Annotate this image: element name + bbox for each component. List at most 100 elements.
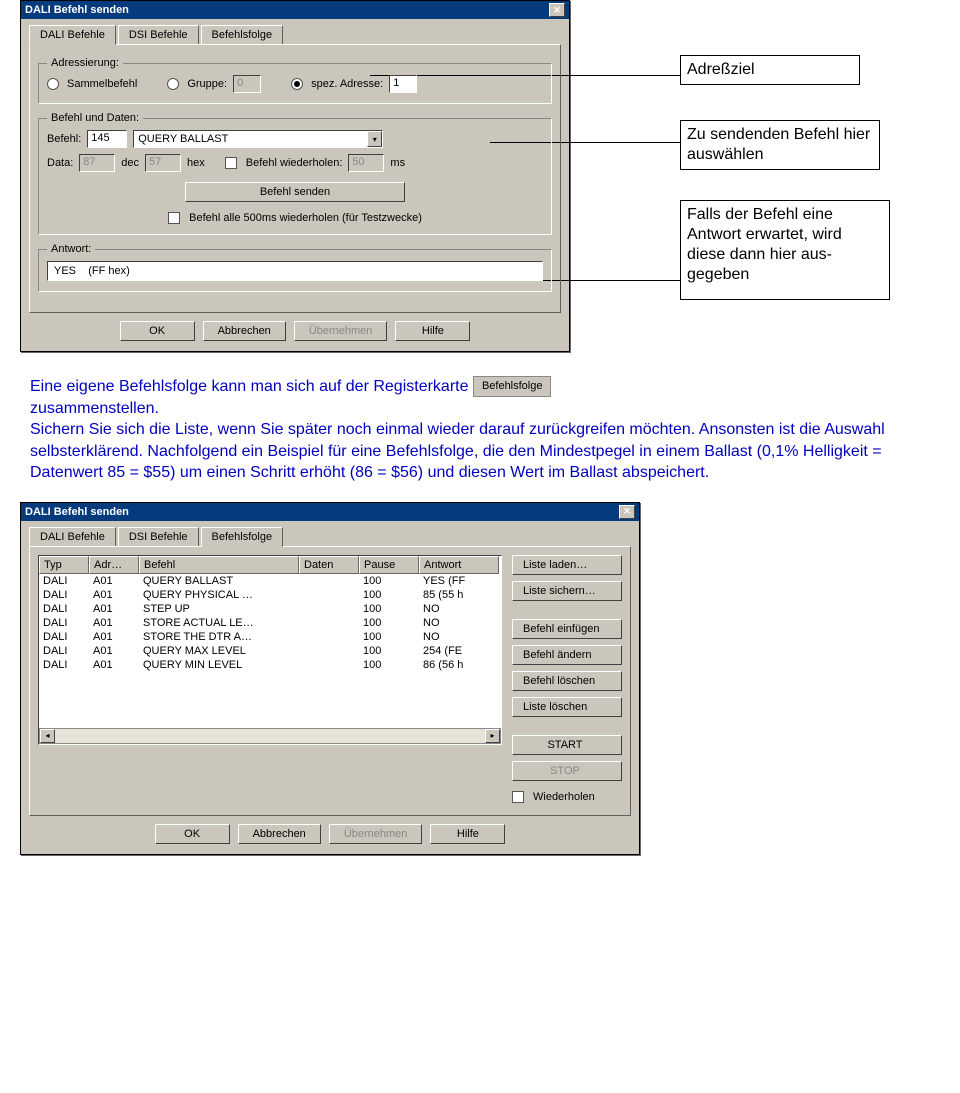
- checkbox-alle-500ms[interactable]: [168, 212, 180, 224]
- table-cell: 100: [359, 630, 419, 644]
- table-row[interactable]: DALIA01STORE THE DTR A…100NO: [39, 630, 501, 644]
- table-cell: A01: [89, 644, 139, 658]
- radio-gruppe[interactable]: [167, 78, 179, 90]
- col-typ[interactable]: Typ: [39, 556, 89, 574]
- input-data-hex[interactable]: 57: [145, 154, 181, 172]
- input-befehl-nr[interactable]: 145: [87, 130, 127, 148]
- tabstrip: DALI Befehle DSI Befehle Befehlsfolge: [29, 25, 561, 45]
- table-cell: [299, 588, 359, 602]
- label-spez-adresse: spez. Adresse:: [311, 78, 383, 90]
- table-cell: DALI: [39, 616, 89, 630]
- table-cell: 254 (FE: [419, 644, 499, 658]
- button-stop[interactable]: STOP: [512, 761, 622, 781]
- label-sammelbefehl: Sammelbefehl: [67, 78, 137, 90]
- table-cell: 85 (55 h: [419, 588, 499, 602]
- ok-button[interactable]: OK: [120, 321, 195, 341]
- input-data-dec[interactable]: 87: [79, 154, 115, 172]
- label-hex: hex: [187, 157, 205, 169]
- chevron-down-icon[interactable]: ▾: [367, 131, 382, 147]
- tab-dali-befehle[interactable]: DALI Befehle: [29, 25, 116, 45]
- table-row[interactable]: DALIA01STEP UP100NO: [39, 602, 501, 616]
- table-cell: DALI: [39, 588, 89, 602]
- apply-button[interactable]: Übernehmen: [329, 824, 423, 844]
- select-befehl-name[interactable]: QUERY BALLAST ▾: [133, 130, 383, 148]
- arrow-left-icon[interactable]: ◂: [40, 729, 55, 743]
- button-liste-sichern[interactable]: Liste sichern…: [512, 581, 622, 601]
- arrow-right-icon[interactable]: ▸: [485, 729, 500, 743]
- tabstrip: DALI Befehle DSI Befehle Befehlsfolge: [29, 527, 631, 547]
- radio-spez-adresse[interactable]: [291, 78, 303, 90]
- table-cell: A01: [89, 658, 139, 672]
- cancel-button[interactable]: Abbrechen: [203, 321, 286, 341]
- button-liste-laden[interactable]: Liste laden…: [512, 555, 622, 575]
- table-row[interactable]: DALIA01QUERY BALLAST100YES (FF: [39, 574, 501, 588]
- table-row[interactable]: DALIA01STORE ACTUAL LE…100NO: [39, 616, 501, 630]
- tab-befehlsfolge[interactable]: Befehlsfolge: [201, 25, 284, 45]
- table-cell: A01: [89, 630, 139, 644]
- table-cell: 100: [359, 588, 419, 602]
- label-dec: dec: [121, 157, 139, 169]
- legend-befehl-daten: Befehl und Daten:: [47, 112, 143, 124]
- table-cell: STORE ACTUAL LE…: [139, 616, 299, 630]
- checkbox-wiederholen[interactable]: [512, 791, 524, 803]
- titlebar: DALI Befehl senden ✕: [21, 1, 569, 19]
- table-cell: STORE THE DTR A…: [139, 630, 299, 644]
- tab-pane: Adressierung: Sammelbefehl Gruppe: 0 spe…: [29, 44, 561, 313]
- table-cell: 100: [359, 602, 419, 616]
- input-spez-adresse[interactable]: 1: [389, 75, 417, 93]
- help-button[interactable]: Hilfe: [430, 824, 505, 844]
- table-cell: STEP UP: [139, 602, 299, 616]
- ok-button[interactable]: OK: [155, 824, 230, 844]
- fieldset-adressierung: Adressierung: Sammelbefehl Gruppe: 0 spe…: [38, 57, 552, 104]
- table-cell: A01: [89, 588, 139, 602]
- tab-befehlsfolge[interactable]: Befehlsfolge: [201, 527, 284, 547]
- list-header: Typ Adr… Befehl Daten Pause Antwort: [39, 556, 501, 574]
- label-wiederholen: Wiederholen: [533, 791, 595, 803]
- label-befehl: Befehl:: [47, 133, 81, 145]
- radio-sammelbefehl[interactable]: [47, 78, 59, 90]
- button-befehl-senden[interactable]: Befehl senden: [185, 182, 405, 202]
- command-list[interactable]: Typ Adr… Befehl Daten Pause Antwort DALI…: [38, 555, 502, 745]
- annotation-addr: Adreßziel: [680, 55, 860, 85]
- close-icon[interactable]: ✕: [549, 3, 565, 17]
- table-cell: DALI: [39, 602, 89, 616]
- button-liste-loeschen[interactable]: Liste löschen: [512, 697, 622, 717]
- table-cell: QUERY MIN LEVEL: [139, 658, 299, 672]
- label-gruppe: Gruppe:: [187, 78, 227, 90]
- col-adr[interactable]: Adr…: [89, 556, 139, 574]
- col-antwort[interactable]: Antwort: [419, 556, 499, 574]
- table-cell: [299, 658, 359, 672]
- fieldset-befehl-daten: Befehl und Daten: Befehl: 145 QUERY BALL…: [38, 112, 552, 235]
- table-cell: 100: [359, 658, 419, 672]
- table-cell: A01: [89, 574, 139, 588]
- cancel-button[interactable]: Abbrechen: [238, 824, 321, 844]
- col-befehl[interactable]: Befehl: [139, 556, 299, 574]
- close-icon[interactable]: ✕: [619, 505, 635, 519]
- input-wiederholen-ms[interactable]: 50: [348, 154, 384, 172]
- apply-button[interactable]: Übernehmen: [294, 321, 388, 341]
- table-row[interactable]: DALIA01QUERY MIN LEVEL10086 (56 h: [39, 658, 501, 672]
- input-gruppe[interactable]: 0: [233, 75, 261, 93]
- col-daten[interactable]: Daten: [299, 556, 359, 574]
- annotation-answer: Falls der Befehl eine Antwort erwartet, …: [680, 200, 890, 300]
- table-cell: DALI: [39, 574, 89, 588]
- button-befehl-loeschen[interactable]: Befehl löschen: [512, 671, 622, 691]
- tab-dsi-befehle[interactable]: DSI Befehle: [118, 25, 199, 45]
- button-befehl-aendern[interactable]: Befehl ändern: [512, 645, 622, 665]
- table-cell: [299, 616, 359, 630]
- col-pause[interactable]: Pause: [359, 556, 419, 574]
- table-cell: [299, 644, 359, 658]
- fieldset-antwort: Antwort: YES (FF hex): [38, 243, 552, 292]
- checkbox-befehl-wiederholen[interactable]: [225, 157, 237, 169]
- button-start[interactable]: START: [512, 735, 622, 755]
- help-button[interactable]: Hilfe: [395, 321, 470, 341]
- table-row[interactable]: DALIA01QUERY MAX LEVEL100254 (FE: [39, 644, 501, 658]
- scrollbar-horizontal[interactable]: ◂ ▸: [39, 728, 501, 744]
- table-row[interactable]: DALIA01QUERY PHYSICAL …10085 (55 h: [39, 588, 501, 602]
- window-title: DALI Befehl senden: [25, 4, 129, 16]
- tab-dali-befehle[interactable]: DALI Befehle: [29, 527, 116, 547]
- label-ms: ms: [390, 157, 405, 169]
- button-befehl-einfuegen[interactable]: Befehl einfügen: [512, 619, 622, 639]
- doc-paragraph: Eine eigene Befehlsfolge kann man sich a…: [30, 376, 930, 484]
- tab-dsi-befehle[interactable]: DSI Befehle: [118, 527, 199, 547]
